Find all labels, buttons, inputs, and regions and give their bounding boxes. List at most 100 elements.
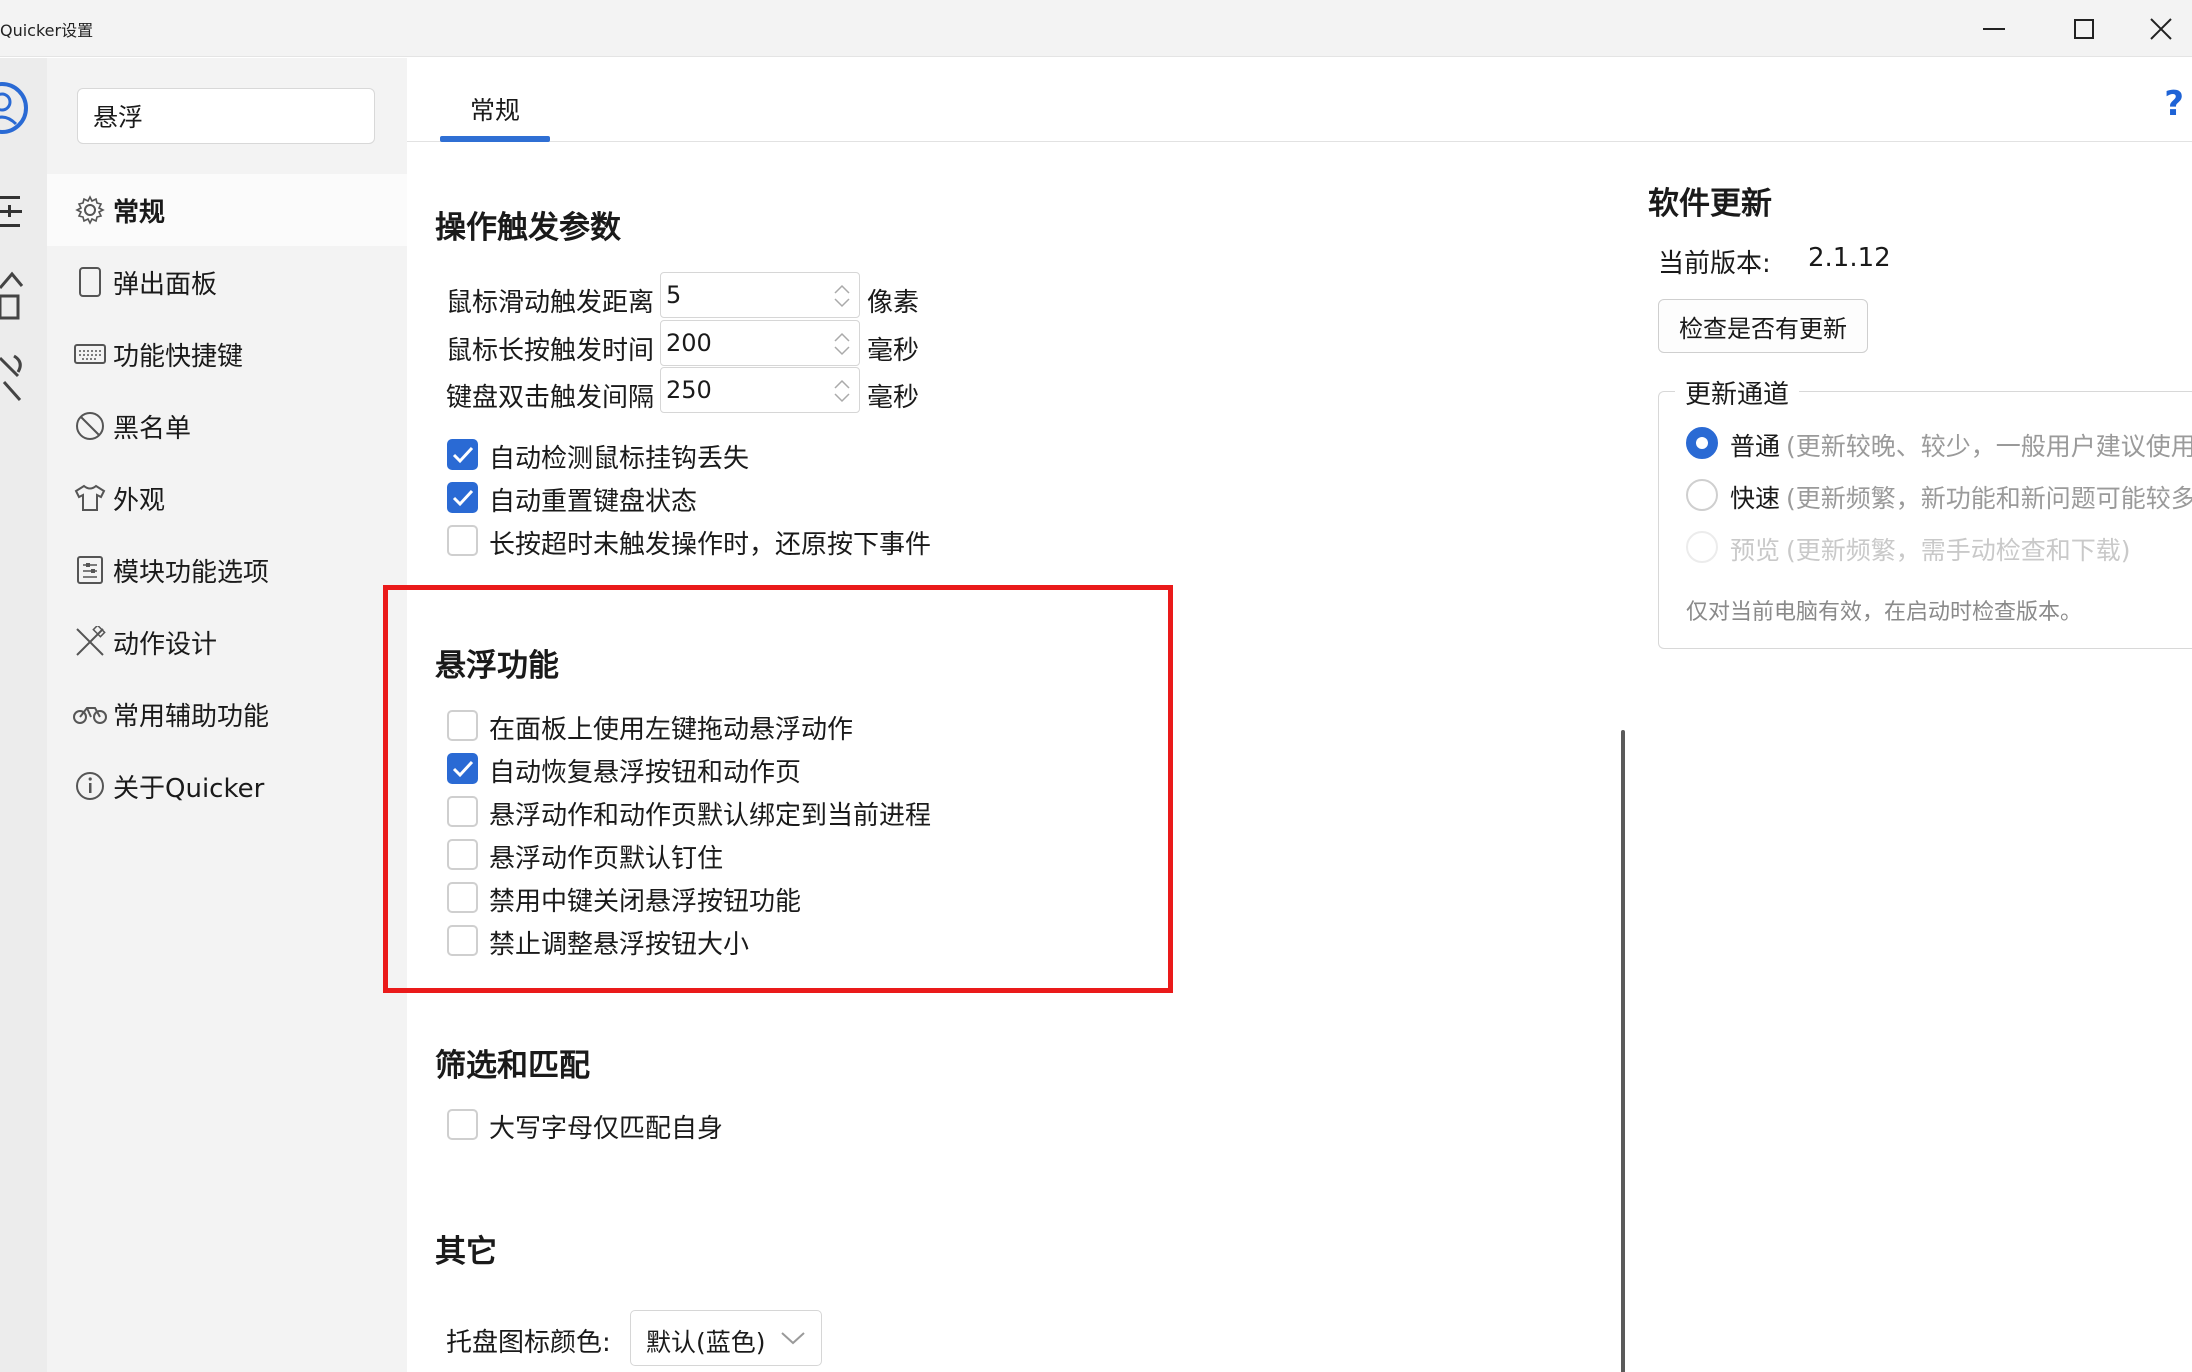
check-update-button[interactable]: 检查是否有更新 [1658, 299, 1868, 353]
checkbox-auto-restore-floating[interactable] [447, 753, 478, 784]
version-label: 当前版本: [1658, 249, 1771, 279]
spinner-arrows-icon[interactable] [831, 377, 853, 405]
checkbox-bind-process[interactable] [447, 796, 478, 827]
select-value: 默认(蓝色) [646, 1328, 766, 1357]
bicycle-icon [73, 697, 107, 731]
number-input[interactable] [666, 321, 816, 365]
user-icon[interactable] [0, 80, 30, 136]
tab-general[interactable]: 常规 [440, 58, 550, 142]
minimize-icon [1983, 27, 2005, 30]
checkbox-label: 大写字母仅匹配自身 [489, 1114, 724, 1144]
search-input[interactable] [77, 88, 375, 144]
title-bar: Quicker设置 [0, 0, 2192, 57]
checkbox-pin-page[interactable] [447, 839, 478, 870]
nav-item-blacklist[interactable]: 黑名单 [47, 390, 407, 462]
nav-panel: 常规 弹出面板 功能快捷键 黑名单 外观 模块功能选项 动作设计 [47, 58, 407, 1372]
nav-item-label: 弹出面板 [113, 269, 218, 300]
checkbox-drag-floating[interactable] [447, 710, 478, 741]
nav-item-action-design[interactable]: 动作设计 [47, 606, 407, 678]
section-title-update: 软件更新 [1648, 186, 1772, 222]
mouse-longpress-time-field[interactable] [660, 320, 860, 366]
param-label: 鼠标滑动触发距离 [446, 288, 655, 318]
nav-item-label: 常规 [113, 197, 166, 228]
nav-item-assist[interactable]: 常用辅助功能 [47, 678, 407, 750]
checkbox-disable-middle-click[interactable] [447, 882, 478, 913]
tray-color-label: 托盘图标颜色: [446, 1328, 611, 1358]
maximize-icon [2074, 18, 2094, 39]
checkbox-label: 禁止调整悬浮按钮大小 [489, 930, 750, 960]
checkmark-icon [452, 446, 474, 464]
nav-item-about[interactable]: 关于Quicker [47, 750, 407, 822]
minimize-button[interactable] [1949, 0, 2039, 57]
mouse-slide-distance-field[interactable] [660, 272, 860, 318]
info-icon [73, 769, 107, 803]
main-content: 常规 ? 操作触发参数 鼠标滑动触发距离 像素 鼠标长按触发时间 毫秒 键盘双击… [383, 58, 2192, 1372]
nav-item-module-options[interactable]: 模块功能选项 [47, 534, 407, 606]
checkbox-detect-mouse-hook[interactable] [447, 439, 478, 470]
param-unit: 毫秒 [867, 336, 920, 366]
checkbox-label: 禁用中键关闭悬浮按钮功能 [489, 887, 802, 917]
radio-channel-fast[interactable] [1686, 479, 1718, 511]
nav-item-general[interactable]: 常规 [47, 174, 407, 246]
radio-channel-preview[interactable] [1686, 531, 1718, 563]
checkmark-icon [452, 489, 474, 507]
checkbox-label: 自动恢复悬浮按钮和动作页 [489, 758, 802, 788]
version-value: 2.1.12 [1808, 243, 1891, 273]
param-label: 键盘双击触发间隔 [446, 383, 655, 413]
checkbox-label: 悬浮动作和动作页默认绑定到当前进程 [489, 801, 932, 831]
chevron-down-icon [781, 1332, 805, 1345]
checkbox-label: 长按超时未触发操作时，还原按下事件 [489, 530, 932, 560]
sliders-icon [73, 553, 107, 587]
update-note: 仅对当前电脑有效，在启动时检查版本。 [1686, 600, 2083, 625]
nav-item-appearance[interactable]: 外观 [47, 462, 407, 534]
maximize-button[interactable] [2039, 0, 2129, 57]
checkbox-disable-resize[interactable] [447, 925, 478, 956]
forbidden-icon [73, 409, 107, 443]
tools-icon[interactable] [0, 352, 26, 408]
section-title-trigger: 操作触发参数 [435, 210, 621, 246]
checkbox-restore-press-event[interactable] [447, 525, 478, 556]
spinner-arrows-icon[interactable] [831, 330, 853, 358]
help-icon[interactable]: ? [2164, 84, 2184, 124]
spinner-arrows-icon[interactable] [831, 282, 853, 310]
checkbox-label: 悬浮动作页默认钉住 [489, 844, 724, 874]
radio-label: 快速 [1730, 484, 1781, 513]
keyboard-doubleclick-interval-field[interactable] [660, 367, 860, 413]
side-icon-strip [0, 58, 47, 1372]
section-title-filter: 筛选和匹配 [435, 1048, 590, 1084]
nav-item-label: 常用辅助功能 [113, 701, 270, 732]
tab-active-indicator [440, 136, 550, 142]
radio-description: (更新频繁，需手动检查和下载) [1786, 536, 2131, 565]
param-unit: 像素 [867, 288, 920, 318]
keyboard-icon [73, 337, 107, 371]
gear-icon [73, 193, 107, 227]
number-input[interactable] [666, 368, 816, 412]
close-icon [2149, 17, 2172, 40]
radio-description: (更新频繁，新功能和新问题可能较多) [1786, 484, 2192, 513]
number-input[interactable] [666, 273, 816, 317]
nav-item-label: 功能快捷键 [113, 341, 244, 372]
design-tools-icon [73, 625, 107, 659]
section-title-floating: 悬浮功能 [435, 648, 559, 684]
checkbox-reset-keyboard[interactable] [447, 482, 478, 513]
settings-sliders-icon[interactable] [0, 192, 26, 232]
checkmark-icon [452, 760, 474, 778]
checkbox-label: 自动检测鼠标挂钩丢失 [489, 444, 750, 474]
close-button[interactable] [2129, 0, 2192, 57]
nav-item-label: 黑名单 [113, 413, 192, 444]
nav-item-hotkeys[interactable]: 功能快捷键 [47, 318, 407, 390]
checkbox-label: 自动重置键盘状态 [489, 487, 698, 517]
checkbox-uppercase-match[interactable] [447, 1109, 478, 1140]
tab-bar: 常规 ? [407, 58, 2192, 142]
home-icon[interactable] [0, 266, 26, 326]
scrollbar[interactable] [1621, 730, 1625, 1372]
nav-item-popup-panel[interactable]: 弹出面板 [47, 246, 407, 318]
nav-item-label: 外观 [113, 485, 166, 516]
nav-item-label: 动作设计 [113, 629, 218, 660]
tray-color-select[interactable]: 默认(蓝色) [630, 1310, 822, 1366]
radio-label: 预览 [1730, 536, 1781, 565]
shirt-icon [73, 481, 107, 515]
param-unit: 毫秒 [867, 383, 920, 413]
radio-channel-normal[interactable] [1686, 427, 1718, 459]
panel-icon [73, 265, 107, 299]
